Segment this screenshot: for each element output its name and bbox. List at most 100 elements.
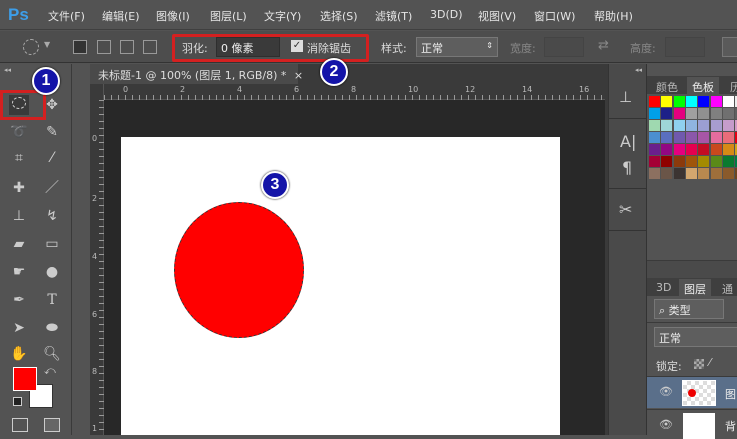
color-swatch[interactable] [661, 144, 673, 155]
red-circle-selection[interactable] [174, 202, 304, 338]
menu-edit[interactable]: 编辑(E) [102, 8, 140, 24]
color-swatch[interactable] [661, 108, 673, 119]
tab-layers[interactable]: 图层 [679, 279, 711, 299]
swap-icon[interactable]: ⇄ [598, 38, 609, 53]
document-tab[interactable]: 未标题-1 @ 100% (图层 1, RGB/8) * × [90, 64, 303, 84]
hand-tool-icon[interactable]: ✋ [9, 344, 29, 364]
clone-source-icon[interactable]: ⊥ [619, 88, 632, 106]
color-swatch[interactable] [673, 120, 685, 131]
ellipse-shape-icon[interactable]: ⬬ [42, 318, 62, 338]
eyedropper-tool-icon[interactable]: ⁄ [42, 148, 62, 168]
lock-paint-icon[interactable]: ⁄ [709, 356, 711, 369]
collapse-icon[interactable]: ◂◂ [4, 66, 11, 74]
healing-brush-icon[interactable]: ✚ [9, 178, 29, 198]
tab-3d[interactable]: 3D [651, 279, 676, 296]
style-select[interactable]: 正常 ⇕ [416, 37, 498, 57]
dodge-tool-icon[interactable]: ● [42, 262, 62, 282]
gradient-tool-icon[interactable]: ▭ [42, 234, 62, 254]
color-swatch[interactable] [698, 156, 710, 167]
preset-dropdown-icon[interactable]: ▼ [44, 40, 50, 49]
color-swatch[interactable] [710, 120, 722, 131]
color-swatch[interactable] [698, 144, 710, 155]
intersect-selection-icon[interactable] [143, 40, 157, 54]
color-swatch[interactable] [661, 156, 673, 167]
menu-window[interactable]: 窗口(W) [534, 8, 575, 24]
new-selection-icon[interactable] [73, 40, 87, 54]
collapse-icon[interactable]: ◂◂ [635, 66, 642, 74]
color-swatch[interactable] [685, 132, 697, 143]
color-swatch[interactable] [649, 120, 660, 131]
color-swatch[interactable] [673, 156, 685, 167]
visibility-eye-icon[interactable]: 👁︎ [659, 418, 673, 431]
tab-channels[interactable]: 通 [717, 279, 737, 299]
refine-edge-button[interactable] [722, 37, 737, 57]
screen-mode-icon[interactable] [44, 418, 60, 432]
elliptical-marquee-tool-icon[interactable] [9, 95, 29, 115]
color-swatch[interactable] [673, 132, 685, 143]
color-swatch[interactable] [710, 156, 722, 167]
menu-layer[interactable]: 图层(L) [210, 8, 247, 24]
subtract-selection-icon[interactable] [120, 40, 134, 54]
menu-3d[interactable]: 3D(D) [430, 8, 463, 21]
lasso-tool-icon[interactable]: ➰ [9, 122, 29, 142]
color-swatch[interactable] [722, 168, 734, 179]
color-swatch[interactable] [673, 96, 685, 107]
color-swatch[interactable] [685, 120, 697, 131]
swap-colors-icon[interactable]: ⤺ [44, 364, 56, 378]
menu-help[interactable]: 帮助(H) [594, 8, 633, 24]
color-swatch[interactable] [698, 120, 710, 131]
color-swatch[interactable] [710, 96, 722, 107]
lock-transparency-icon[interactable] [694, 359, 704, 369]
height-input[interactable] [665, 37, 705, 57]
history-brush-icon[interactable]: ↯ [42, 206, 62, 226]
quick-select-tool-icon[interactable]: ✎ [42, 122, 62, 142]
foreground-color-swatch[interactable] [13, 367, 37, 391]
layer-row[interactable]: 👁︎ 图 [647, 376, 737, 408]
color-swatch[interactable] [661, 168, 673, 179]
menu-select[interactable]: 选择(S) [320, 8, 358, 24]
tab-color[interactable]: 颜色 [651, 77, 683, 97]
quick-mask-icon[interactable] [12, 418, 28, 432]
color-swatch[interactable] [685, 144, 697, 155]
blur-tool-icon[interactable]: ☛ [9, 262, 29, 282]
color-swatch[interactable] [722, 144, 734, 155]
width-input[interactable] [544, 37, 584, 57]
color-swatch[interactable] [710, 144, 722, 155]
type-tool-icon[interactable]: T [42, 290, 62, 310]
path-select-icon[interactable]: ➤ [9, 318, 29, 338]
color-swatch[interactable] [649, 156, 660, 167]
color-swatch[interactable] [673, 108, 685, 119]
crop-tool-icon[interactable]: ⌗ [9, 148, 29, 168]
menu-type[interactable]: 文字(Y) [264, 8, 301, 24]
close-tab-icon[interactable]: × [294, 69, 303, 82]
color-swatch[interactable] [710, 132, 722, 143]
color-swatch[interactable] [698, 132, 710, 143]
layer-filter-select[interactable]: ⌕ 类型 [654, 299, 724, 319]
color-swatch[interactable] [685, 156, 697, 167]
menu-view[interactable]: 视图(V) [478, 8, 516, 24]
color-swatch[interactable] [649, 168, 660, 179]
color-swatch[interactable] [649, 96, 660, 107]
tab-swatches[interactable]: 色板 [687, 77, 719, 97]
color-swatch[interactable] [685, 96, 697, 107]
zoom-tool-icon[interactable]: 🔍︎ [42, 344, 62, 364]
color-swatch[interactable] [649, 144, 660, 155]
color-swatch[interactable] [722, 132, 734, 143]
menu-file[interactable]: 文件(F) [48, 8, 85, 24]
brush-tool-icon[interactable]: ／ [42, 178, 62, 198]
clone-stamp-icon[interactable]: ⊥ [9, 206, 29, 226]
color-swatch[interactable] [661, 120, 673, 131]
color-swatch[interactable] [649, 108, 660, 119]
color-swatch[interactable] [722, 108, 734, 119]
color-swatch[interactable] [698, 96, 710, 107]
color-swatch[interactable] [673, 168, 685, 179]
blend-mode-select[interactable]: 正常 [654, 327, 737, 347]
color-swatch[interactable] [661, 96, 673, 107]
character-panel-icon[interactable]: A| [620, 132, 636, 151]
color-swatch[interactable] [698, 168, 710, 179]
eraser-tool-icon[interactable]: ▰ [9, 234, 29, 254]
color-swatch[interactable] [722, 120, 734, 131]
visibility-eye-icon[interactable]: 👁︎ [659, 385, 673, 398]
menu-filter[interactable]: 滤镜(T) [375, 8, 412, 24]
color-swatch[interactable] [710, 108, 722, 119]
